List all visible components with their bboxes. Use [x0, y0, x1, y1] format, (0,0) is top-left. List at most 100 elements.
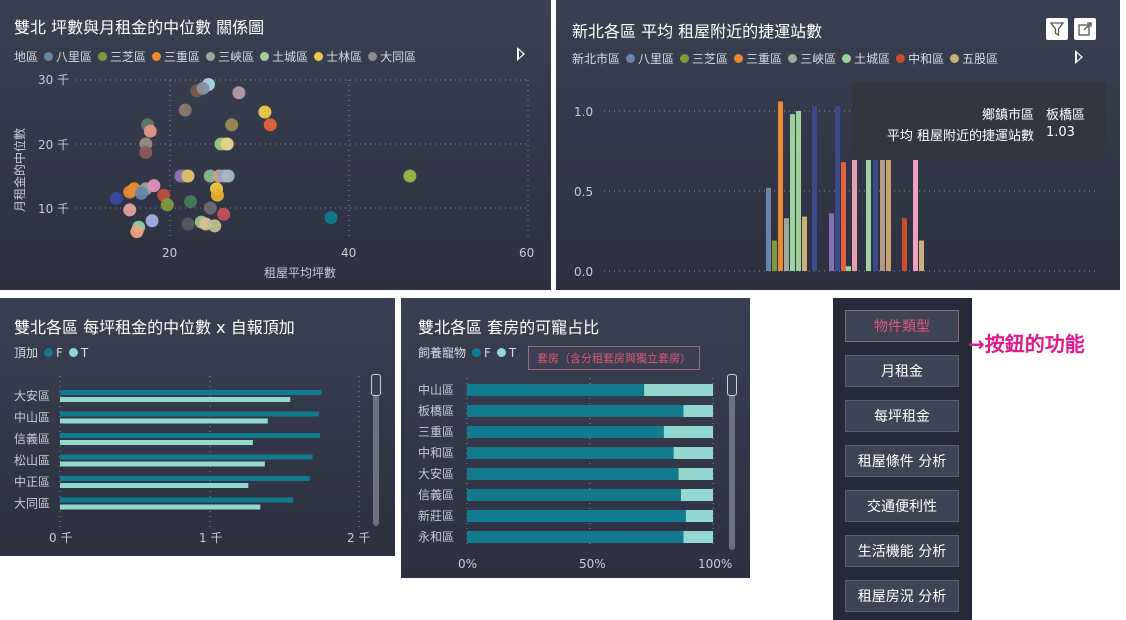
- x-tick-label: 2 千: [347, 531, 370, 545]
- bar-f: [467, 405, 684, 417]
- rent-per-ping-chart: 0 千 1 千 2 千 大安區中山區信義區松山區中正區大同區: [14, 376, 370, 545]
- category-label: 大安區: [418, 466, 454, 481]
- scatter-point: [263, 118, 277, 132]
- nav-button-panel: 物件類型 月租金 每坪租金 租屋條件 分析 交通便利性 生活機能 分析 租屋房況…: [833, 298, 972, 620]
- scatter-point: [221, 169, 235, 183]
- scatter-point: [196, 81, 210, 95]
- bar-t: [60, 483, 249, 488]
- mrt-bar: [829, 213, 834, 271]
- y-tick-label: 30 千: [38, 73, 69, 87]
- y-tick-label: 10 千: [38, 202, 69, 216]
- scatter-point: [181, 217, 195, 231]
- bar-t: [60, 440, 253, 445]
- mrt-bar: [902, 218, 907, 271]
- category-label: 信義區: [14, 431, 50, 446]
- mrt-bar: [846, 266, 851, 271]
- bar-t: [60, 418, 268, 424]
- rental-conditions-button[interactable]: 租屋條件 分析: [845, 445, 959, 477]
- scatter-point: [403, 169, 417, 183]
- y-tick-label: 20 千: [38, 138, 69, 152]
- scatter-point: [145, 214, 159, 228]
- bar-f: [467, 426, 664, 438]
- bar-t: [678, 468, 713, 480]
- bar-t: [683, 531, 713, 543]
- hbar-scroll-thumb[interactable]: [371, 374, 381, 396]
- pet-ratio-panel: 雙北各區 套房的可寵占比 飼養寵物 F T 套房（含分租套房與獨立套房） 0% …: [401, 298, 750, 578]
- bar-f: [467, 447, 674, 459]
- x-tick-label: 0 千: [49, 531, 72, 545]
- tooltip-value-1: 板橋區: [1046, 108, 1086, 123]
- stacked-scrollbar[interactable]: [729, 378, 735, 550]
- x-tick-label: 40: [341, 246, 356, 260]
- scatter-point: [123, 203, 137, 217]
- rent-per-ping-button[interactable]: 每坪租金: [845, 400, 959, 432]
- category-label: 松山區: [14, 454, 50, 468]
- category-label: 永和區: [418, 530, 454, 544]
- bar-f: [60, 454, 313, 460]
- property-type-button[interactable]: 物件類型: [845, 310, 959, 342]
- x-axis-label: 租屋平均坪數: [264, 266, 336, 280]
- bar-f: [60, 390, 322, 395]
- y-tick-label: 0.0: [574, 265, 593, 279]
- scatter-point: [139, 145, 153, 159]
- mrt-bar: [886, 146, 891, 271]
- scatter-point: [324, 211, 338, 225]
- mrt-bar: [841, 162, 846, 271]
- category-label: 中山區: [418, 382, 454, 397]
- category-label: 中和區: [418, 445, 454, 460]
- category-label: 板橋區: [418, 404, 454, 418]
- mrt-bar: [784, 218, 789, 271]
- scatter-point: [210, 188, 224, 202]
- scatter-point: [160, 198, 174, 212]
- scatter-point: [203, 201, 217, 215]
- scatter-point: [217, 207, 231, 221]
- scatter-point: [208, 219, 222, 233]
- monthly-rent-button[interactable]: 月租金: [845, 355, 959, 387]
- tooltip-label-2: 平均 租屋附近的捷運站數: [886, 129, 1034, 144]
- bar-t: [663, 426, 713, 438]
- hbar-scrollbar[interactable]: [373, 378, 379, 526]
- bar-t: [683, 405, 713, 417]
- bar-t: [673, 447, 713, 459]
- mrt-bar: [772, 240, 777, 271]
- mrt-bar: [919, 240, 924, 271]
- category-label: 中山區: [14, 410, 50, 425]
- x-tick-label: 20: [162, 246, 177, 260]
- bar-f: [467, 384, 645, 396]
- tooltip-value-2: 1.03: [1046, 125, 1075, 140]
- scatter-point: [178, 103, 192, 117]
- amenities-button[interactable]: 生活機能 分析: [845, 535, 959, 567]
- y-tick-label: 1.0: [574, 105, 593, 119]
- scatter-panel: 雙北 坪數與月租金的中位數 關係圖 地區 八里區 三芝區 三重區 三峽區 土城區…: [0, 0, 551, 290]
- bar-t: [60, 397, 291, 402]
- scatter-point: [147, 179, 161, 193]
- scatter-point: [220, 137, 234, 151]
- scatter-point: [109, 191, 123, 205]
- category-label: 大安區: [14, 388, 50, 403]
- housing-condition-button[interactable]: 租屋房況 分析: [845, 580, 959, 612]
- y-axis-label: 月租金的中位數: [12, 128, 27, 212]
- tooltip-label-1: 鄉鎮市區: [981, 108, 1034, 123]
- scatter-point: [225, 118, 239, 132]
- bar-t: [60, 461, 265, 467]
- category-label: 中正區: [14, 474, 50, 489]
- bar-f: [60, 476, 310, 481]
- x-tick-label: 1 千: [199, 531, 222, 545]
- stacked-scroll-thumb[interactable]: [727, 374, 737, 396]
- x-tick-label: 100%: [698, 557, 732, 571]
- mrt-bar: [835, 106, 840, 271]
- bar-f: [60, 497, 294, 503]
- bar-t: [60, 504, 261, 510]
- bar-f: [60, 411, 319, 417]
- category-label: 大同區: [14, 497, 50, 511]
- bar-t: [644, 384, 713, 396]
- button-function-annotation: →按鈕的功能: [968, 332, 1085, 356]
- scatter-point: [232, 86, 246, 100]
- bar-t: [685, 510, 713, 522]
- x-tick-label: 0%: [458, 557, 477, 571]
- category-label: 信義區: [418, 487, 454, 502]
- transport-button[interactable]: 交通便利性: [845, 490, 959, 522]
- mrt-bar: [766, 187, 771, 271]
- x-tick-label: 60: [519, 246, 534, 260]
- pet-ratio-chart: 0% 50% 100% 中山區板橋區三重區中和區大安區信義區新莊區永和區: [418, 378, 732, 571]
